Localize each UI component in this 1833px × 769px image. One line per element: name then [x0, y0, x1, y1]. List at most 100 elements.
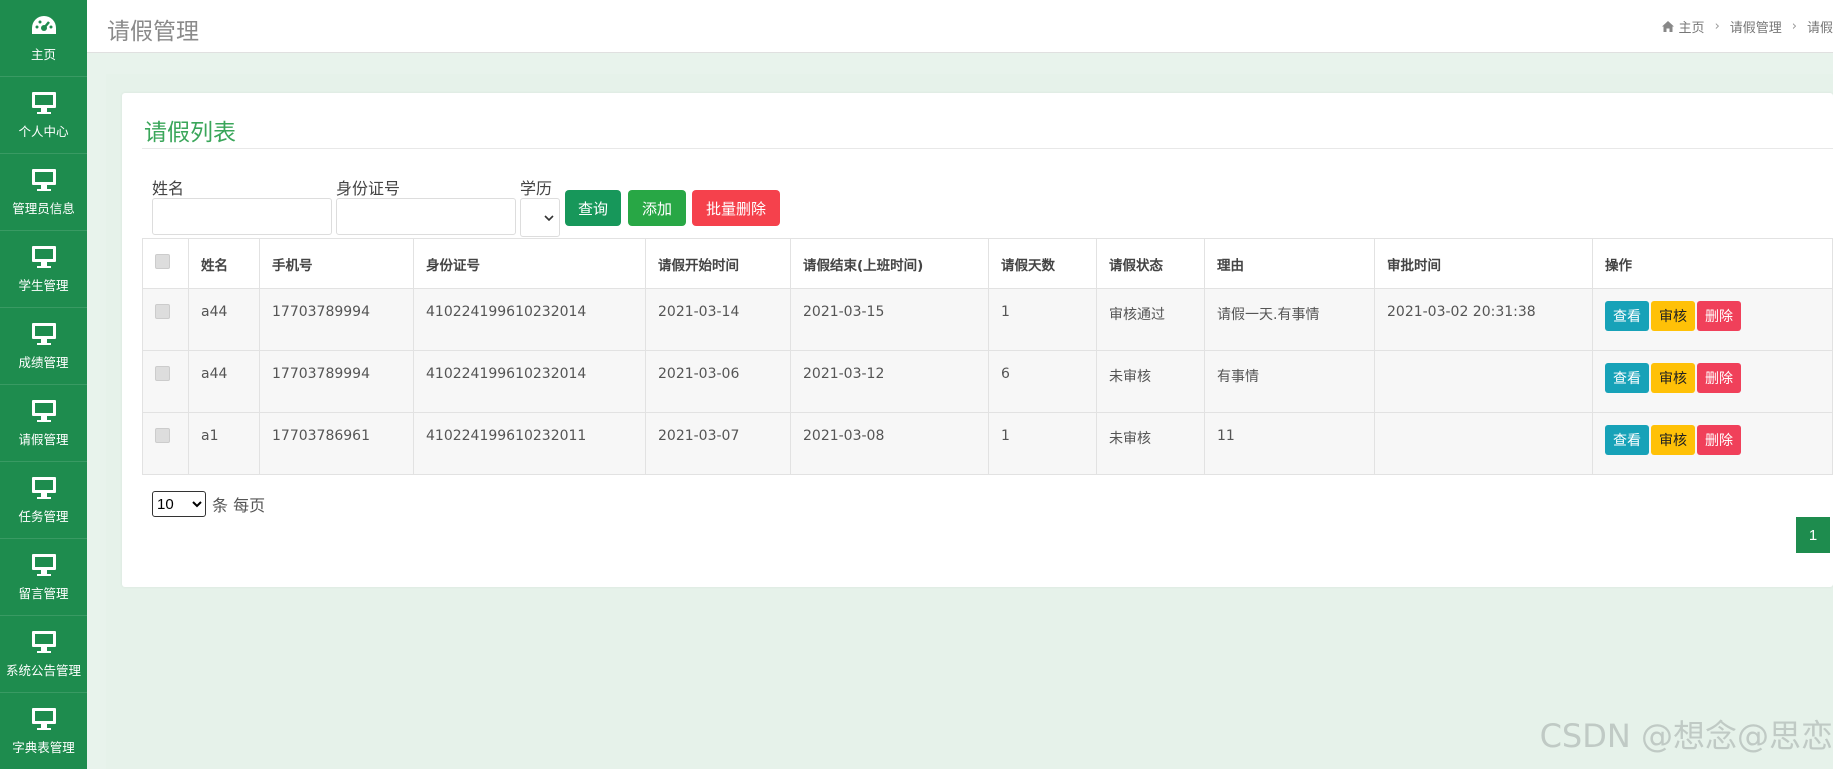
cell-start: 2021-03-14 — [645, 288, 791, 351]
sidebar-item-grades[interactable]: 成绩管理 — [0, 308, 87, 385]
monitor-icon — [31, 91, 56, 114]
sidebar-item-leave[interactable]: 请假管理 — [0, 385, 87, 462]
sidebar-item-label: 任务管理 — [18, 508, 69, 524]
row-checkbox[interactable] — [155, 366, 170, 381]
breadcrumb-leave[interactable]: 请假管理 — [1730, 17, 1782, 36]
breadcrumb-separator: › — [1714, 19, 1720, 34]
cell-days: 6 — [988, 350, 1097, 413]
watermark: CSDN @想念@思恋 — [1539, 717, 1833, 755]
page-title: 请假管理 — [107, 19, 199, 45]
cell-status: 未审核 — [1096, 412, 1205, 475]
cell-end: 2021-03-15 — [790, 288, 989, 351]
breadcrumb: 主页 › 请假管理 › 请假 — [1661, 17, 1833, 36]
view-button[interactable]: 查看 — [1605, 425, 1649, 455]
card-title: 请假列表 — [144, 120, 236, 146]
cell-idcard: 410224199610232014 — [413, 288, 646, 351]
sidebar-item-label: 学生管理 — [18, 277, 69, 293]
page-1-button[interactable]: 1 — [1796, 517, 1830, 553]
sidebar-item-tasks[interactable]: 任务管理 — [0, 462, 87, 539]
sidebar-item-notices[interactable]: 系统公告管理 — [0, 616, 87, 693]
column-header: 请假状态 — [1096, 238, 1205, 289]
monitor-icon — [31, 168, 56, 191]
cell-approve-time — [1374, 412, 1593, 475]
cell-reason: 有事情 — [1204, 350, 1375, 413]
sidebar-item-label: 管理员信息 — [12, 200, 75, 216]
monitor-icon — [31, 553, 56, 576]
cell-reason: 11 — [1204, 412, 1375, 475]
column-header: 操作 — [1592, 238, 1833, 289]
sidebar-item-admin[interactable]: 管理员信息 — [0, 154, 87, 231]
column-header: 理由 — [1204, 238, 1375, 289]
cell-name: a44 — [188, 288, 260, 351]
delete-button[interactable]: 删除 — [1697, 363, 1741, 393]
sidebar-item-label: 请假管理 — [18, 431, 69, 447]
chevron-down-icon — [544, 215, 554, 221]
column-header: 请假开始时间 — [645, 238, 791, 289]
table-row: a44 17703789994 410224199610232014 2021-… — [142, 288, 1833, 351]
cell-approve-time: 2021-03-02 20:31:38 — [1374, 288, 1593, 351]
cell-status: 未审核 — [1096, 350, 1205, 413]
monitor-icon — [31, 245, 56, 268]
cell-phone: 17703789994 — [259, 288, 414, 351]
per-page-select[interactable]: 10 — [152, 491, 206, 517]
cell-start: 2021-03-07 — [645, 412, 791, 475]
breadcrumb-home[interactable]: 主页 — [1679, 17, 1705, 36]
cell-name: a1 — [188, 412, 260, 475]
audit-button[interactable]: 审核 — [1651, 363, 1695, 393]
sidebar-item-label: 个人中心 — [18, 123, 69, 139]
leave-list-card: 请假列表 姓名 身份证号 学历 查询 添加 批量删除 姓名 手机号 身份证号 请… — [122, 93, 1833, 587]
column-header: 请假结束(上班时间) — [790, 238, 989, 289]
view-button[interactable]: 查看 — [1605, 301, 1649, 331]
cell-phone: 17703786961 — [259, 412, 414, 475]
row-select-cell — [142, 412, 189, 475]
sidebar-item-dictionary[interactable]: 字典表管理 — [0, 693, 87, 769]
audit-button[interactable]: 审核 — [1651, 425, 1695, 455]
table-header-row: 姓名 手机号 身份证号 请假开始时间 请假结束(上班时间) 请假天数 请假状态 … — [142, 238, 1833, 289]
cell-name: a44 — [188, 350, 260, 413]
sidebar: 主页 个人中心 管理员信息 学生管理 成绩管理 请假管理 任务管理 留言管理 系… — [0, 0, 87, 769]
row-checkbox[interactable] — [155, 428, 170, 443]
column-header: 请假天数 — [988, 238, 1097, 289]
top-header: 请假管理 主页 › 请假管理 › 请假 — [87, 0, 1833, 53]
leave-table: 姓名 手机号 身份证号 请假开始时间 请假结束(上班时间) 请假天数 请假状态 … — [142, 238, 1833, 475]
monitor-icon — [31, 322, 56, 345]
education-select[interactable] — [520, 198, 560, 237]
idcard-label: 身份证号 — [336, 179, 401, 198]
select-all-checkbox[interactable] — [155, 254, 170, 269]
sidebar-item-students[interactable]: 学生管理 — [0, 231, 87, 308]
delete-button[interactable]: 删除 — [1697, 301, 1741, 331]
name-label: 姓名 — [152, 179, 185, 198]
dashboard-icon — [31, 15, 56, 34]
row-select-cell — [142, 288, 189, 351]
cell-start: 2021-03-06 — [645, 350, 791, 413]
audit-button[interactable]: 审核 — [1651, 301, 1695, 331]
idcard-input[interactable] — [336, 198, 516, 235]
cell-approve-time — [1374, 350, 1593, 413]
per-page-control: 10 条 每页 — [152, 491, 265, 517]
query-button[interactable]: 查询 — [565, 190, 621, 226]
sidebar-item-label: 留言管理 — [18, 585, 69, 601]
table-row: a44 17703789994 410224199610232014 2021-… — [142, 350, 1833, 413]
cell-idcard: 410224199610232011 — [413, 412, 646, 475]
monitor-icon — [31, 399, 56, 422]
add-button[interactable]: 添加 — [628, 190, 686, 226]
breadcrumb-current: 请假 — [1806, 21, 1833, 36]
divider — [142, 148, 1833, 149]
row-checkbox[interactable] — [155, 304, 170, 319]
monitor-icon — [31, 476, 56, 499]
cell-days: 1 — [988, 412, 1097, 475]
cell-days: 1 — [988, 288, 1097, 351]
cell-actions: 查看 审核 删除 — [1592, 412, 1833, 475]
cell-end: 2021-03-12 — [790, 350, 989, 413]
batch-delete-button[interactable]: 批量删除 — [692, 190, 780, 226]
monitor-icon — [31, 707, 56, 730]
cell-reason: 请假一天.有事情 — [1204, 288, 1375, 351]
sidebar-item-messages[interactable]: 留言管理 — [0, 539, 87, 616]
view-button[interactable]: 查看 — [1605, 363, 1649, 393]
delete-button[interactable]: 删除 — [1697, 425, 1741, 455]
sidebar-item-label: 主页 — [30, 46, 56, 62]
education-label: 学历 — [520, 179, 553, 198]
sidebar-item-home[interactable]: 主页 — [0, 0, 87, 77]
name-input[interactable] — [152, 198, 332, 235]
sidebar-item-personal[interactable]: 个人中心 — [0, 77, 87, 154]
